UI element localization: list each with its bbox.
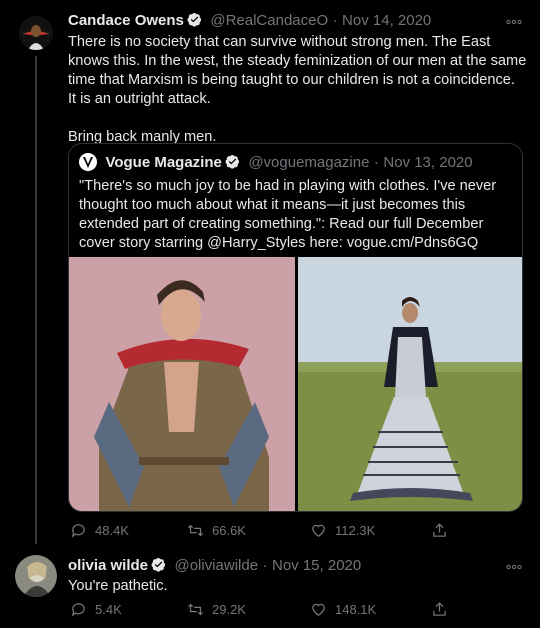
reply-icon [71,524,85,538]
quoted-separator: · [373,154,379,171]
quoted-date[interactable]: Nov 13, 2020 [383,154,472,171]
tweet1-share-button[interactable] [431,522,448,539]
tweet1-more-button[interactable] [506,14,522,28]
tweet1-date[interactable]: Nov 14, 2020 [342,12,431,29]
tweet2-date[interactable]: Nov 15, 2020 [272,557,361,574]
olivia-avatar-image [15,555,57,597]
tweet2-text: You're pathetic. [68,578,168,594]
tweet1-reply-count: 48.4K [95,523,129,538]
tweet1-reply-button[interactable]: 48.4K [70,522,129,539]
olivia-avatar[interactable] [15,555,57,597]
tweet2-actions: 5.4K 29.2K 148.1K [70,601,510,621]
tweet1-like-button[interactable]: 112.3K [310,522,375,539]
tweet1-paragraph2: It is an outright attack. [68,91,211,107]
verified-badge-icon [225,154,240,169]
quoted-header: Vogue Magazine @voguemagazine · Nov 13, … [79,153,473,172]
tweet1-like-count: 112.3K [335,523,376,538]
verified-badge-icon [151,557,166,572]
tweet1-paragraph1: There is no society that can survive wit… [68,34,527,88]
share-icon [433,602,446,616]
quoted-handle[interactable]: @voguemagazine [248,154,369,171]
tweet2-share-button[interactable] [431,601,448,618]
thread-connector-line [35,56,37,544]
tweet2-like-count: 148.1K [335,602,377,617]
quoted-photo-right[interactable] [298,257,522,511]
tweet2-retweet-button[interactable]: 29.2K [187,601,246,618]
harry-styles-coat-photo [69,257,295,511]
retweet-icon [187,603,204,616]
tweet2-display-name[interactable]: olivia wilde [68,557,148,574]
tweet1-handle[interactable]: @RealCandaceO [210,12,328,29]
tweet1-separator: · [332,12,338,29]
tweet1-body: There is no society that can survive wit… [68,33,528,147]
retweet-icon [187,524,204,537]
ellipsis-icon [506,19,522,25]
tweet2-retweet-count: 29.2K [212,602,246,617]
candace-avatar[interactable] [19,16,53,50]
heart-icon [312,603,325,616]
tweet2-more-button[interactable] [506,559,522,573]
ellipsis-icon [506,564,522,570]
tweet2-separator: · [262,557,268,574]
tweet2-handle[interactable]: @oliviawilde [174,557,258,574]
quoted-tweet-card[interactable]: Vogue Magazine @voguemagazine · Nov 13, … [68,143,523,512]
tweet2-reply-count: 5.4K [95,602,122,617]
tweet2-like-button[interactable]: 148.1K [310,601,376,618]
quoted-photo-left[interactable] [69,257,295,511]
tweet1-header: Candace Owens @RealCandaceO · Nov 14, 20… [68,12,431,30]
harry-styles-gown-photo [298,257,522,511]
tweet2-header: olivia wilde @oliviawilde · Nov 15, 2020 [68,557,361,575]
vogue-logo-icon [79,153,97,171]
tweet1-display-name[interactable]: Candace Owens [68,12,184,29]
tweet1-actions: 48.4K 66.6K 112.3K [70,522,510,542]
heart-icon [312,524,325,537]
quoted-text: "There's so much joy to be had in playin… [79,178,497,251]
tweet2-reply-button[interactable]: 5.4K [70,601,122,618]
candace-avatar-image [19,16,53,50]
reply-icon [71,603,85,617]
verified-badge-icon [187,12,202,27]
share-icon [433,523,446,537]
quoted-display-name[interactable]: Vogue Magazine [105,154,221,171]
tweet1-retweet-count: 66.6K [212,523,246,538]
tweet1-retweet-button[interactable]: 66.6K [187,522,246,539]
